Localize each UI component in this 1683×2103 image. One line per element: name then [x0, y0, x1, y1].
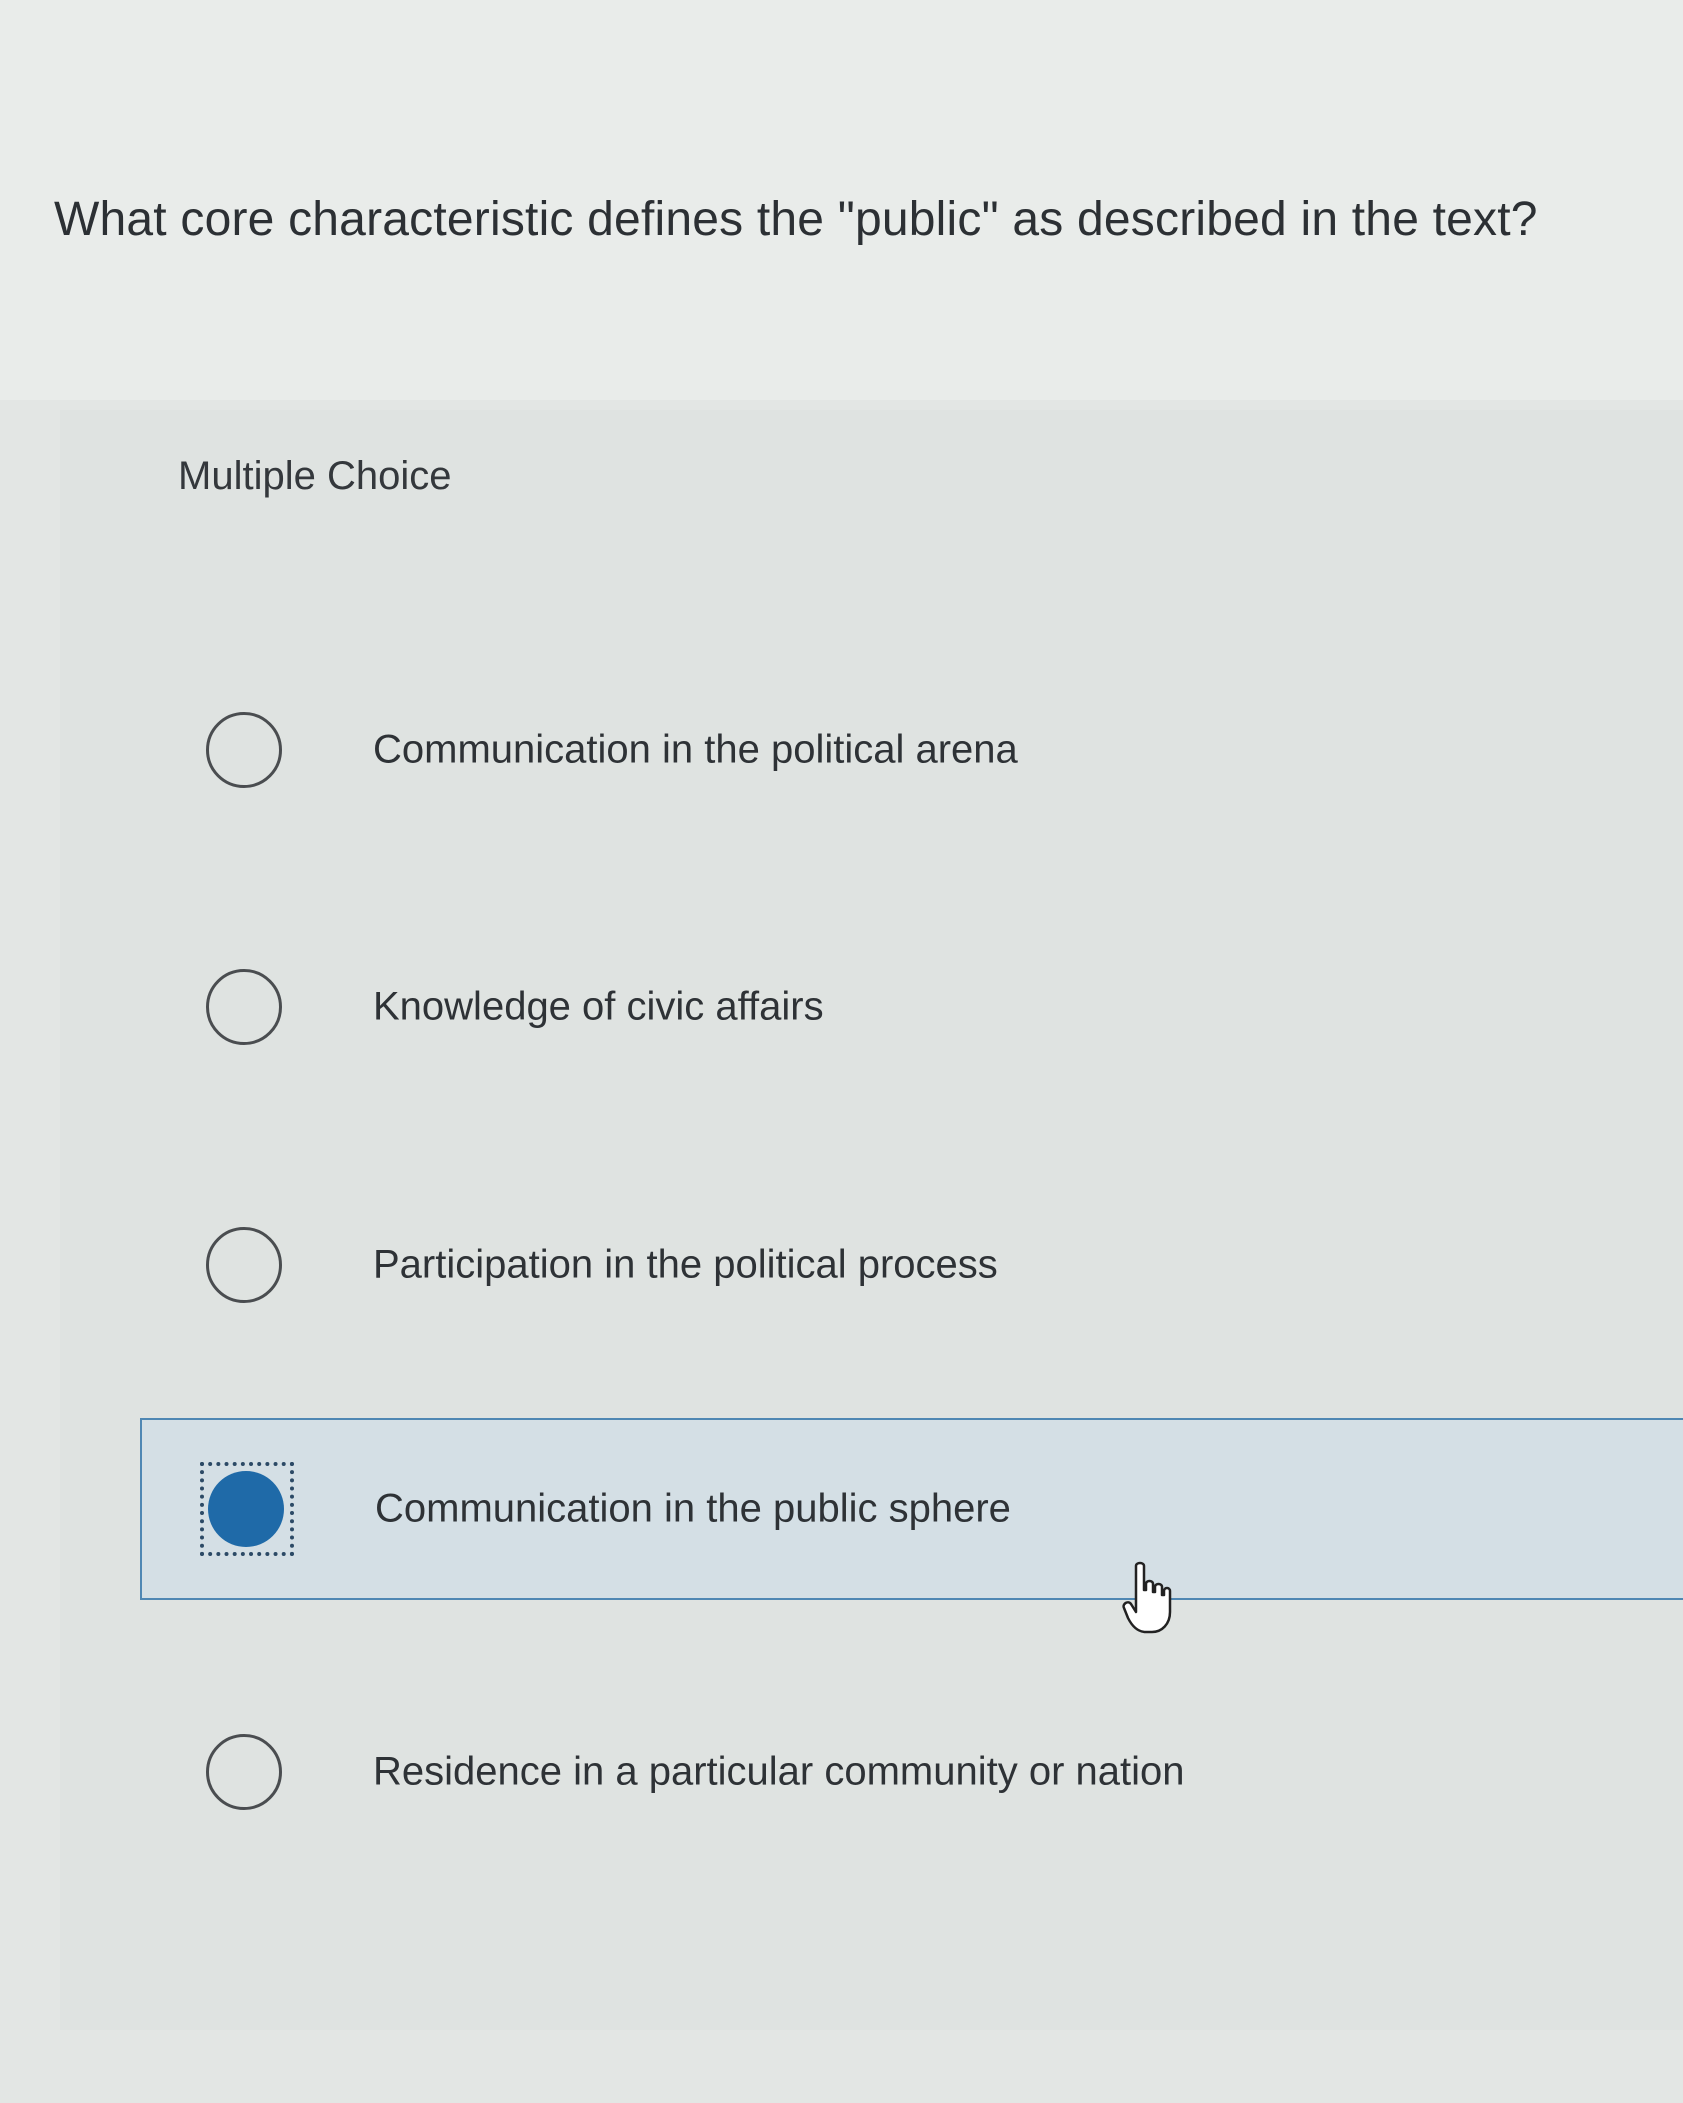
option-3[interactable]: Participation in the political process [140, 1175, 1683, 1355]
question-type-label: Multiple Choice [178, 454, 452, 498]
option-label: Communication in the public sphere [375, 1486, 1011, 1531]
radio-circle-icon[interactable] [206, 969, 282, 1045]
option-4-selected[interactable]: Communication in the public sphere [140, 1418, 1683, 1600]
question-text: What core characteristic defines the "pu… [54, 193, 1538, 246]
option-5[interactable]: Residence in a particular community or n… [140, 1682, 1683, 1862]
radio-circle-icon[interactable] [206, 712, 282, 788]
radio-circle-icon[interactable] [206, 1227, 282, 1303]
question-area: What core characteristic defines the "pu… [0, 0, 1683, 400]
option-label: Residence in a particular community or n… [373, 1749, 1185, 1794]
radio-filled-icon[interactable] [208, 1471, 284, 1547]
option-label: Knowledge of civic affairs [373, 984, 824, 1029]
option-1[interactable]: Communication in the political arena [140, 660, 1683, 840]
hand-pointer-icon [1122, 1561, 1172, 1634]
radio-circle-icon[interactable] [206, 1734, 282, 1810]
option-label: Communication in the political arena [373, 727, 1018, 772]
option-label: Participation in the political process [373, 1242, 998, 1287]
option-2[interactable]: Knowledge of civic affairs [140, 917, 1683, 1097]
